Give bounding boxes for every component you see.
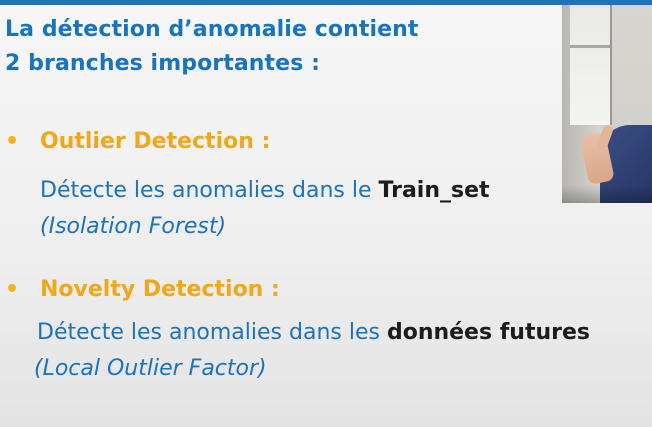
description-emphasis: données futures [386, 320, 591, 345]
presenter-webcam-overlay [562, 5, 652, 203]
description-emphasis: Train_set [378, 178, 490, 203]
slide-title-line-2: 2 branches importantes : [5, 51, 321, 76]
slide-top-accent-bar [0, 0, 652, 5]
bullet-icon: • [5, 129, 20, 154]
branch-description: Détecte les anomalies dans les données f… [37, 320, 590, 346]
description-text: Détecte les anomalies dans le [40, 178, 379, 203]
bullet-icon: • [5, 277, 20, 302]
slide-title-line-1: La détection d’anomalie contient [5, 17, 419, 42]
slide-title: La détection d’anomalie contient 2 branc… [5, 13, 419, 81]
webcam-background-window [570, 5, 613, 125]
branch-description: Détecte les anomalies dans le Train_set [40, 178, 490, 204]
branch-method: (Local Outlier Factor) [34, 356, 267, 381]
branch-heading: Outlier Detection : [40, 129, 271, 154]
webcam-shadow [562, 185, 652, 203]
branch-method: (Isolation Forest) [40, 214, 227, 239]
branch-heading: Novelty Detection : [40, 277, 280, 302]
description-text: Détecte les anomalies dans les [37, 320, 387, 345]
